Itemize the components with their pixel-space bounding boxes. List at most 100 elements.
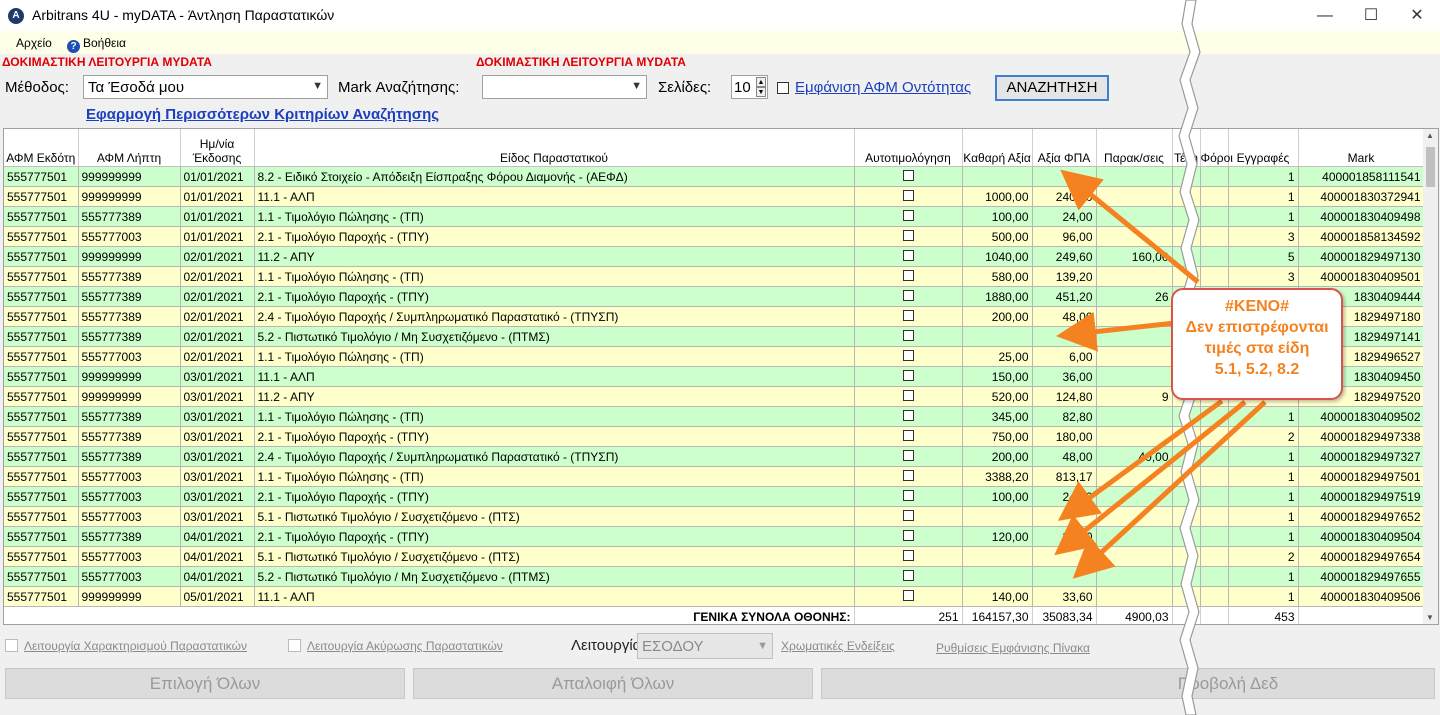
column-header[interactable]: Καθαρή Αξία — [962, 129, 1033, 167]
self-billing-checkbox[interactable] — [902, 209, 914, 221]
self-billing-checkbox[interactable] — [902, 509, 914, 521]
self-billing-cell — [854, 506, 963, 527]
table-row[interactable]: 555777501 555777003 03/01/2021 1.1 - Τιμολό… — [4, 466, 1425, 487]
table-row[interactable]: 555777501 999999999 02/01/2021 11.2 - ΑΠΥ 10… — [4, 246, 1425, 267]
maximize-button[interactable]: ☐ — [1348, 0, 1394, 31]
self-billing-checkbox[interactable] — [902, 309, 914, 321]
table-row[interactable]: 555777501 999999999 05/01/2021 11.1 - ΑΛΠ 14… — [4, 586, 1425, 607]
table-cell — [1096, 486, 1173, 507]
minimize-button[interactable]: — — [1302, 0, 1348, 31]
table-cell — [1096, 186, 1173, 207]
table-row[interactable]: 555777501 555777003 04/01/2021 5.2 - Πιστωτ… — [4, 566, 1425, 587]
color-hints-link[interactable]: Χρωματικές Ενδείξεις — [781, 639, 895, 653]
mark-dropdown[interactable]: ▼ — [482, 75, 647, 99]
self-billing-checkbox[interactable] — [902, 349, 914, 361]
annotation-title: #ΚΕΝΟ# — [1224, 298, 1290, 315]
self-billing-checkbox[interactable] — [902, 549, 914, 561]
self-billing-checkbox[interactable] — [902, 409, 914, 421]
table-row[interactable]: 555777501 555777389 04/01/2021 2.1 - Τιμολό… — [4, 526, 1425, 547]
scroll-down-icon[interactable]: ▼ — [1426, 613, 1434, 622]
table-cell: 33,60 — [1032, 586, 1097, 607]
self-billing-checkbox[interactable] — [902, 449, 914, 461]
stepper-up-icon[interactable]: ▲ — [756, 77, 766, 87]
table-cell: 01/01/2021 — [180, 166, 255, 187]
table-row[interactable]: 555777501 999999999 01/01/2021 11.1 - ΑΛΠ 10… — [4, 186, 1425, 207]
column-header[interactable]: Είδος Παραστατικού — [254, 129, 855, 167]
self-billing-checkbox[interactable] — [902, 389, 914, 401]
table-settings-link[interactable]: Ρυθμίσεις Εμφάνισης Πίνακα — [936, 641, 1090, 655]
cancellation-option[interactable]: Λειτουργία Ακύρωσης Παραστατικών — [288, 639, 503, 653]
column-header[interactable]: Αξία ΦΠΑ — [1032, 129, 1097, 167]
column-header[interactable]: Εγγραφές — [1228, 129, 1299, 167]
table-row[interactable]: 555777501 555777389 03/01/2021 1.1 - Τιμολό… — [4, 406, 1425, 427]
self-billing-checkbox[interactable] — [902, 489, 914, 501]
table-row[interactable]: 555777501 555777003 03/01/2021 5.1 - Πιστωτ… — [4, 506, 1425, 527]
table-row[interactable]: 555777501 555777389 03/01/2021 2.1 - Τιμολό… — [4, 426, 1425, 447]
self-billing-checkbox[interactable] — [902, 269, 914, 281]
column-header[interactable]: ΑΦΜ Εκδότη — [4, 129, 79, 167]
table-row[interactable]: 555777501 555777003 03/01/2021 2.1 - Τιμολό… — [4, 486, 1425, 507]
column-header[interactable]: ΑΦΜ Λήπτη — [78, 129, 181, 167]
self-billing-checkbox[interactable] — [902, 589, 914, 601]
table-row[interactable]: 555777501 555777003 01/01/2021 2.1 - Τιμολό… — [4, 226, 1425, 247]
table-cell: 580,00 — [962, 266, 1033, 287]
table-row[interactable]: 555777501 555777003 04/01/2021 5.1 - Πιστωτ… — [4, 546, 1425, 567]
table-row[interactable]: 555777501 999999999 01/01/2021 8.2 - Ειδικό… — [4, 166, 1425, 187]
table-row[interactable]: 555777501 555777389 03/01/2021 2.4 - Τιμολό… — [4, 446, 1425, 467]
table-cell — [1096, 426, 1173, 447]
method-dropdown[interactable]: Τα Έσοδά μου ▼ — [83, 75, 328, 99]
table-cell: 1 — [1228, 586, 1299, 607]
cancellation-checkbox[interactable] — [288, 639, 301, 652]
pages-stepper[interactable]: 10 ▲ ▼ — [731, 75, 768, 99]
self-billing-checkbox[interactable] — [902, 529, 914, 541]
table-row[interactable]: 555777501 555777389 02/01/2021 1.1 - Τιμολό… — [4, 266, 1425, 287]
self-billing-checkbox[interactable] — [902, 169, 914, 181]
self-billing-checkbox[interactable] — [902, 369, 914, 381]
column-header[interactable]: Mark — [1298, 129, 1425, 167]
clear-all-button[interactable]: Απαλοιφή Όλων — [413, 668, 813, 699]
table-cell: 999999999 — [78, 366, 181, 387]
self-billing-checkbox[interactable] — [902, 569, 914, 581]
characterization-option[interactable]: Λειτουργία Χαρακτηρισμού Παραστατικών — [5, 639, 247, 653]
function-dropdown[interactable]: ΕΣΟΔΟΥ ▼ — [637, 633, 773, 659]
table-cell — [1032, 566, 1097, 587]
self-billing-cell — [854, 566, 963, 587]
table-cell: 1 — [1228, 566, 1299, 587]
self-billing-checkbox[interactable] — [902, 249, 914, 261]
self-billing-checkbox[interactable] — [902, 429, 914, 441]
table-cell: 1 — [1228, 186, 1299, 207]
chevron-down-icon: ▼ — [757, 640, 768, 652]
self-billing-checkbox[interactable] — [902, 189, 914, 201]
table-cell: 555777501 — [4, 566, 79, 587]
more-criteria-link[interactable]: Εφαρμογή Περισσότερων Κριτηρίων Αναζήτησ… — [86, 106, 439, 123]
scroll-up-icon[interactable]: ▲ — [1426, 131, 1434, 140]
stepper-down-icon[interactable]: ▼ — [756, 87, 766, 97]
select-all-button[interactable]: Επιλογή Όλων — [5, 668, 405, 699]
close-button[interactable]: ✕ — [1394, 0, 1440, 31]
column-header[interactable]: Αυτοτιμολόγηση — [854, 129, 963, 167]
table-cell: 400001830409502 — [1298, 406, 1425, 427]
table-cell: 140,00 — [962, 586, 1033, 607]
show-afm-link[interactable]: Εμφάνιση ΑΦΜ Οντότητας — [795, 79, 971, 96]
self-billing-checkbox[interactable] — [902, 289, 914, 301]
self-billing-checkbox[interactable] — [902, 469, 914, 481]
table-cell: 555777389 — [78, 306, 181, 327]
scrollbar-thumb[interactable] — [1426, 147, 1435, 187]
self-billing-checkbox[interactable] — [902, 329, 914, 341]
menu-help[interactable]: ? Βοήθεια — [67, 36, 126, 53]
table-cell: 400001830409506 — [1298, 586, 1425, 607]
characterization-checkbox[interactable] — [5, 639, 18, 652]
totals-entries: 453 — [1228, 606, 1299, 624]
vertical-scrollbar[interactable]: ▲ ▼ — [1423, 129, 1438, 624]
table-cell: 400001829497327 — [1298, 446, 1425, 467]
menu-file[interactable]: Αρχείο — [16, 36, 52, 50]
show-afm-checkbox[interactable] — [777, 82, 789, 94]
search-button[interactable]: ΑΝΑΖΗΤΗΣΗ — [995, 75, 1109, 101]
table-row[interactable]: 555777501 555777389 01/01/2021 1.1 - Τιμολό… — [4, 206, 1425, 227]
column-header[interactable]: Ημ/νία Έκδοσης — [180, 129, 255, 167]
menu-help-label: Βοήθεια — [83, 36, 126, 50]
self-billing-checkbox[interactable] — [902, 229, 914, 241]
self-billing-cell — [854, 226, 963, 247]
column-header[interactable]: Παρακ/σεις — [1096, 129, 1173, 167]
view-button[interactable]: Προβολή Δεδ — [821, 668, 1435, 699]
